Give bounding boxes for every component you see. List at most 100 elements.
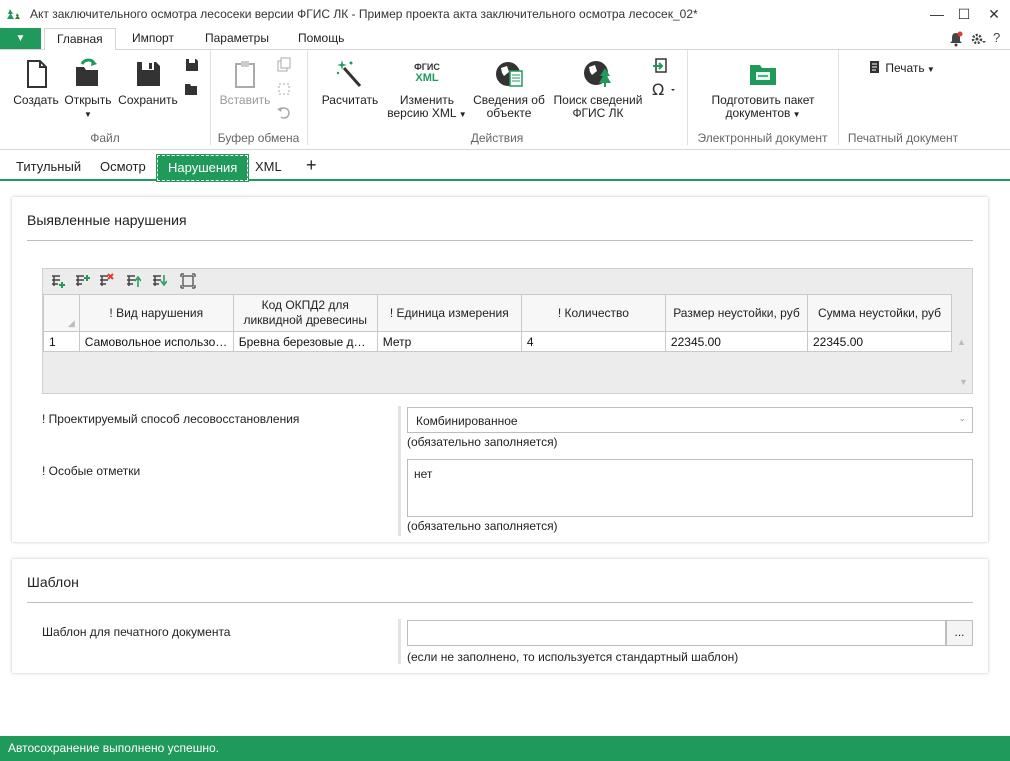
- tab-import[interactable]: Импорт: [120, 28, 186, 50]
- open-label: Открыть: [64, 93, 112, 107]
- tab-inspection[interactable]: Осмотр: [90, 155, 156, 181]
- scrollbar-up-arrow[interactable]: ▲: [951, 331, 972, 352]
- table-row[interactable]: 1 Самовольное использо… Бревна березовые…: [43, 331, 972, 352]
- table-cell[interactable]: 22345.00: [664, 331, 808, 352]
- table-cell[interactable]: Метр: [376, 331, 522, 352]
- add-tab-button[interactable]: +: [296, 153, 327, 179]
- save-as-icon[interactable]: [184, 57, 200, 73]
- tab-violations[interactable]: Нарушения: [155, 154, 250, 182]
- special-notes-textarea[interactable]: нет: [407, 459, 973, 517]
- field-divider: [398, 406, 401, 536]
- reforestation-method-label: ! Проектируемый способ лесовосстановлени…: [42, 412, 300, 426]
- field-divider: [398, 619, 401, 664]
- copy-icon[interactable]: [276, 57, 292, 73]
- scrollbar-top: [951, 294, 972, 332]
- cut-icon[interactable]: [276, 81, 292, 97]
- delete-row-icon[interactable]: [98, 273, 114, 289]
- column-header[interactable]: ! Количество: [520, 294, 666, 332]
- fit-columns-icon[interactable]: [180, 273, 196, 289]
- paste-button[interactable]: Вставить: [218, 58, 272, 107]
- move-down-icon[interactable]: [151, 273, 167, 289]
- table-cell[interactable]: 4: [520, 331, 666, 352]
- scrollbar-down-arrow[interactable]: ▼: [959, 377, 968, 387]
- tab-parameters[interactable]: Параметры: [193, 28, 281, 50]
- move-up-icon[interactable]: [125, 273, 141, 289]
- column-header[interactable]: ! Единица измерения: [376, 294, 522, 332]
- clipboard-group-label: Буфер обмена: [217, 131, 300, 145]
- print-template-label: Шаблон для печатного документа: [42, 625, 231, 639]
- violations-title: Выявленные нарушения: [27, 212, 187, 228]
- tab-title-page[interactable]: Титульный: [6, 155, 91, 181]
- save-button[interactable]: Сохранить: [116, 58, 180, 107]
- bell-icon[interactable]: [948, 31, 964, 47]
- settings-icon[interactable]: [970, 31, 986, 47]
- omega-symbol-icon[interactable]: Ω: [652, 81, 678, 97]
- maximize-button[interactable]: ☐: [953, 4, 975, 24]
- clipboard-icon: [235, 61, 255, 88]
- xml-file-icon: ФГИС XML: [411, 58, 443, 90]
- reforestation-method-value: Комбинированное: [416, 414, 518, 428]
- print-icon: [870, 61, 879, 73]
- object-info-button[interactable]: Сведения об объекте: [470, 58, 548, 120]
- print-template-input[interactable]: [407, 620, 946, 646]
- status-bar: Автосохранение выполнено успешно.: [0, 736, 1010, 761]
- actions-group-label: Действия: [470, 131, 524, 145]
- template-note: (если не заполнено, то используется стан…: [407, 650, 739, 664]
- edoc-group-label: Электронный документ: [697, 131, 828, 145]
- globe-tree-icon: [584, 61, 611, 87]
- xml-badge-bottom: XML: [415, 72, 439, 84]
- calculate-button[interactable]: Расчитать: [316, 58, 384, 107]
- column-header[interactable]: Сумма неустойки, руб: [806, 294, 953, 332]
- add-row-icon[interactable]: [50, 273, 66, 289]
- object-info-label-1: Сведения об: [473, 93, 545, 107]
- violations-grid: ◢ ! Вид нарушения Код ОКПД2 для ликвидно…: [42, 268, 973, 394]
- undo-icon[interactable]: [276, 104, 292, 120]
- change-xml-version-button[interactable]: ФГИС XML Изменить версию XML ▼: [386, 58, 468, 121]
- open-recent-icon[interactable]: [184, 81, 200, 97]
- row-number-header: ◢: [43, 294, 80, 332]
- print-label: Печать: [885, 61, 925, 75]
- insert-row-icon[interactable]: [74, 273, 90, 289]
- export-icon[interactable]: [652, 58, 668, 74]
- prepare-package-button[interactable]: Подготовить пакет документов ▼: [700, 58, 826, 121]
- minimize-button[interactable]: —: [926, 4, 948, 24]
- browse-button[interactable]: ...: [946, 620, 973, 646]
- column-header[interactable]: Код ОКПД2 для ликвидной древесины: [232, 294, 378, 332]
- prepare-label-1: Подготовить пакет: [711, 93, 815, 107]
- tab-help[interactable]: Помощь: [286, 28, 356, 50]
- title-divider: [27, 602, 973, 603]
- search-fgis-button[interactable]: Поиск сведений ФГИС ЛК: [550, 58, 646, 120]
- menu-bar: ▼ Главная Импорт Параметры Помощь ?: [0, 28, 1010, 51]
- magic-wand-icon: [336, 60, 362, 87]
- usb-folder-icon: [750, 65, 776, 85]
- paste-label: Вставить: [219, 93, 271, 107]
- tab-main[interactable]: Главная: [44, 28, 116, 51]
- table-cell[interactable]: Самовольное использо…: [78, 331, 234, 352]
- table-cell[interactable]: 22345.00: [806, 331, 953, 352]
- file-group-label: Файл: [90, 131, 120, 145]
- window-title: Акт заключительного осмотра лесосеки вер…: [30, 7, 698, 21]
- grid-toolbar: [43, 269, 972, 294]
- tab-xml[interactable]: XML: [245, 155, 292, 181]
- file-menu-button[interactable]: ▼: [0, 28, 41, 49]
- help-button[interactable]: ?: [993, 30, 1000, 45]
- prepare-label-2: документов: [725, 106, 791, 120]
- template-title: Шаблон: [27, 574, 79, 590]
- open-button[interactable]: Открыть ▼: [62, 58, 114, 121]
- object-info-label-2: объекте: [486, 106, 532, 120]
- title-bar: Акт заключительного осмотра лесосеки вер…: [0, 0, 1010, 28]
- reforestation-method-select[interactable]: Комбинированное ⌄: [407, 407, 973, 433]
- print-button[interactable]: Печать ▼: [868, 60, 948, 76]
- print-group-label: Печатный документ: [847, 131, 959, 145]
- special-notes-label: ! Особые отметки: [42, 464, 141, 478]
- create-button[interactable]: Создать: [12, 58, 60, 107]
- change-xml-label-1: Изменить: [399, 93, 455, 107]
- title-divider: [27, 240, 973, 241]
- column-header[interactable]: ! Вид нарушения: [78, 294, 234, 332]
- search-fgis-label-2: ФГИС ЛК: [572, 106, 624, 120]
- chevron-down-icon: ⌄: [958, 413, 966, 423]
- table-cell[interactable]: Бревна березовые для…: [232, 331, 378, 352]
- column-header[interactable]: Размер неустойки, руб: [664, 294, 808, 332]
- close-button[interactable]: ✕: [983, 4, 1005, 24]
- globe-document-icon: [496, 62, 523, 87]
